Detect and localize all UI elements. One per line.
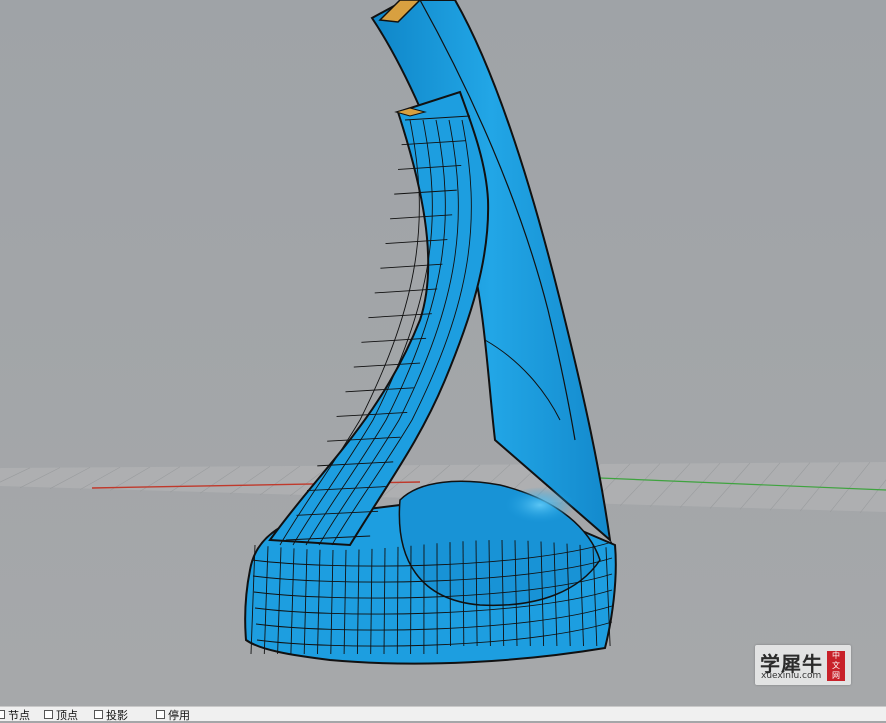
perspective-viewport[interactable]: 学犀牛 xuexiniu.com 中 文 网 [0,0,886,706]
osnap-statusbar: 节点 顶点 投影 停用 [0,706,886,721]
osnap-project[interactable]: 投影 [94,708,128,721]
osnap-disable-label: 停用 [168,707,190,723]
osnap-vertex-checkbox[interactable] [44,710,53,719]
seal-char: 网 [827,671,845,681]
osnap-knot-label: 节点 [8,707,30,723]
osnap-vertex[interactable]: 顶点 [44,708,78,721]
osnap-project-label: 投影 [106,707,128,723]
seal-char: 文 [827,661,845,671]
viewport-canvas[interactable] [0,0,886,706]
back-arm-surface[interactable] [372,0,610,540]
osnap-knot[interactable]: 节点 [0,708,30,721]
watermark-logo: 学犀牛 xuexiniu.com 中 文 网 [755,645,851,685]
osnap-knot-checkbox[interactable] [0,710,5,719]
osnap-vertex-label: 顶点 [56,707,78,723]
osnap-project-checkbox[interactable] [94,710,103,719]
watermark-url: xuexiniu.com [761,671,821,681]
watermark-seal: 中 文 网 [827,651,845,681]
osnap-disable[interactable]: 停用 [156,708,190,721]
osnap-disable-checkbox[interactable] [156,710,165,719]
seal-char: 中 [827,651,845,661]
